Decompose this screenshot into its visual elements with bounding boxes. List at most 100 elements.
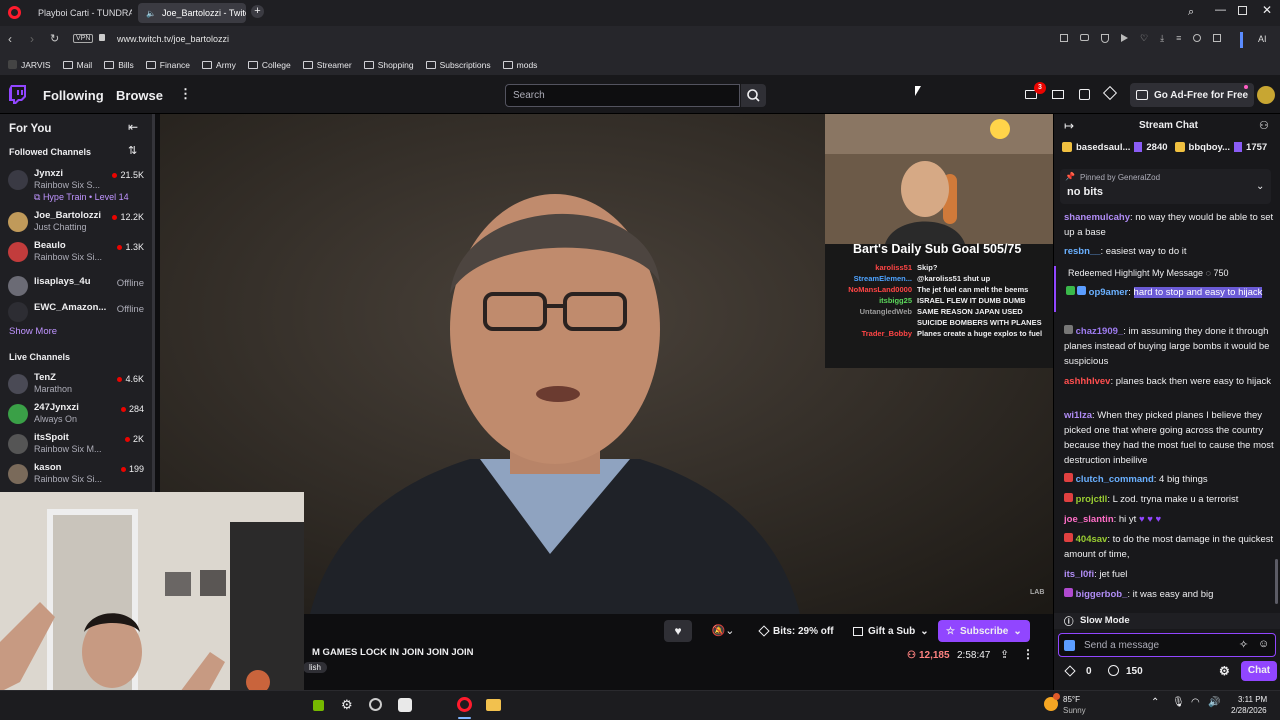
gear-icon[interactable]: ⚙ <box>1219 664 1230 678</box>
user-avatar[interactable] <box>1257 86 1275 104</box>
show-more-link[interactable]: Show More <box>9 326 57 337</box>
search-tabs-icon[interactable]: ⌕ <box>1188 6 1194 19</box>
sidebar-scrollbar[interactable] <box>152 114 155 494</box>
volume-icon[interactable]: 🔊 <box>1208 697 1220 708</box>
opera-taskbar-icon[interactable] <box>457 697 472 712</box>
folder-icon <box>302 60 313 69</box>
opera-logo-icon[interactable] <box>8 6 21 19</box>
notifications-bell-button[interactable]: 🔕⌄ <box>704 620 742 642</box>
download-icon[interactable]: ⤓ <box>1160 34 1164 43</box>
nav-following[interactable]: Following <box>43 88 104 103</box>
sidebar-accent <box>1240 32 1243 48</box>
maximize-button[interactable] <box>1238 6 1247 15</box>
gift-sub-button[interactable]: Gift a Sub ⌄ <box>845 620 937 642</box>
search-input[interactable]: Search <box>505 84 740 107</box>
forward-icon[interactable]: › <box>30 32 34 46</box>
sidebar-channel-247jynxzi[interactable]: 247Jynxzi Always On 284 <box>8 402 148 430</box>
bookmark-streamer[interactable]: Streamer <box>302 60 352 70</box>
crown-icon[interactable] <box>1102 85 1118 101</box>
chat-message: projctll: L zod. tryna make u a terroris… <box>1064 492 1276 507</box>
tab-playboi-carti[interactable]: Playboi Carti - TUNDRA/I... <box>24 3 132 23</box>
shield-icon[interactable] <box>1101 34 1109 43</box>
emoji-icon[interactable]: ☺ <box>1258 638 1269 650</box>
edit-icon[interactable] <box>1060 34 1068 42</box>
sidebar-channel-ewc-amazon[interactable]: EWC_Amazon... Offline <box>8 300 148 328</box>
twitch-logo-icon[interactable] <box>9 85 26 104</box>
nvidia-icon[interactable] <box>313 700 324 711</box>
file-explorer-icon[interactable] <box>486 699 501 711</box>
bookmark-army[interactable]: Army <box>202 60 236 70</box>
bookmark-jarvis[interactable]: JARVIS <box>8 60 51 70</box>
profile-icon[interactable] <box>1193 34 1202 42</box>
heart-icon[interactable]: ♡ <box>1140 34 1148 43</box>
sidebar-channel-jynxzi[interactable]: Jynxzi Rainbow Six S... 21.5K ⧉ Hype Tra… <box>8 168 148 208</box>
bits-icon <box>758 625 770 637</box>
overlay-chat-line: itsbigg25 ISRAEL FLEW IT DUMB DUMB <box>879 296 1026 305</box>
settings-app-icon[interactable]: ⚙ <box>341 697 353 713</box>
star-icon: ☆ <box>946 625 955 637</box>
sidebar-channel-beaulo[interactable]: Beaulo Rainbow Six Si... 1.3K <box>8 240 148 268</box>
sidebar-channel-tenz[interactable]: TenZ Marathon 4.6K <box>8 372 148 400</box>
chat-scrollbar[interactable] <box>1275 559 1278 604</box>
bookmark-finance[interactable]: Finance <box>145 60 190 70</box>
more-vertical-icon[interactable]: ⋮ <box>179 86 192 102</box>
address-bar: ‹ › ↻ VPN www.twitch.tv/joe_bartolozzi ♡… <box>0 26 1280 54</box>
wifi-icon[interactable]: ◠ <box>1191 697 1200 708</box>
bookmark-bills[interactable]: Bills <box>104 60 134 70</box>
subscribe-button[interactable]: ☆ Subscribe ⌄ <box>938 620 1030 642</box>
bookmark-shopping[interactable]: Shopping <box>363 60 414 70</box>
bookmark-subscriptions[interactable]: Subscriptions <box>425 60 491 70</box>
sidebar-channel-kason[interactable]: kason Rainbow Six Si... 199 <box>8 462 148 490</box>
follow-heart-button[interactable]: ♥ <box>664 620 692 642</box>
chat-send-button[interactable]: Chat <box>1241 661 1277 681</box>
overlay-chat-line: Trader_Bobby Planes create a huge explos … <box>861 329 1043 338</box>
collapse-sidebar-icon[interactable]: ⇤ <box>128 120 138 134</box>
chevron-down-icon[interactable]: ⌄ <box>1256 181 1264 192</box>
capcut-icon[interactable] <box>398 698 412 712</box>
collapse-chat-icon[interactable]: ↦ <box>1064 119 1074 133</box>
person-icon: ⚇ <box>907 650 916 661</box>
language-tag[interactable]: lish <box>303 662 328 673</box>
obs-icon[interactable] <box>369 698 382 711</box>
microphone-icon[interactable]: 🎙 <box>1172 697 1185 708</box>
slow-mode-bar: ⓘ Slow Mode <box>1054 613 1280 629</box>
sidebar-channel-joe-bartolozzi[interactable]: Joe_Bartolozzi Just Chatting 12.2K <box>8 210 148 238</box>
camera-icon[interactable] <box>1080 34 1089 41</box>
activity-icon[interactable] <box>1079 89 1090 100</box>
sidebar-channel-lisaplays[interactable]: lisaplays_4u Offline <box>8 274 148 302</box>
search-button[interactable] <box>741 84 766 107</box>
folder-icon <box>425 60 436 69</box>
more-options-icon[interactable]: ⋮ <box>1022 647 1034 661</box>
vpn-badge[interactable]: VPN <box>73 34 94 43</box>
chat-input[interactable]: Send a message ✧ ☺ <box>1058 633 1276 657</box>
ai-button[interactable]: AI <box>1258 34 1267 44</box>
ad-free-button[interactable]: Go Ad-Free for Free <box>1130 83 1255 107</box>
bits-button[interactable]: Bits: 29% off <box>752 620 842 642</box>
whispers-icon[interactable] <box>1052 90 1064 99</box>
pinned-message[interactable]: 📌 Pinned by GeneralZod no bits ⌄ <box>1060 169 1271 204</box>
close-window-button[interactable]: ✕ <box>1262 3 1272 17</box>
clock-time[interactable]: 3:11 PM <box>1238 695 1267 704</box>
channel-points-icon[interactable] <box>1108 665 1119 676</box>
minimize-button[interactable]: — <box>1215 4 1226 16</box>
reload-icon[interactable]: ↻ <box>50 32 59 45</box>
play-icon[interactable] <box>1121 34 1128 42</box>
clock-date[interactable]: 2/28/2026 <box>1231 706 1267 715</box>
bookmark-mods[interactable]: mods <box>502 60 537 70</box>
bookmark-mail[interactable]: Mail <box>62 60 92 70</box>
nav-browse[interactable]: Browse <box>116 88 163 103</box>
show-hidden-icons[interactable]: ⌃ <box>1151 697 1159 708</box>
new-tab-button[interactable]: + <box>251 5 264 18</box>
sort-icon[interactable]: ⇅ <box>128 144 137 157</box>
back-icon[interactable]: ‹ <box>8 32 12 46</box>
url-field[interactable]: www.twitch.tv/joe_bartolozzi <box>117 34 229 44</box>
menu-icon[interactable]: ≡ <box>1176 34 1181 43</box>
share-icon[interactable]: ⇪ <box>1000 648 1009 661</box>
bookmark-college[interactable]: College <box>247 60 291 70</box>
sidebar-channel-itsspoit[interactable]: itsSpoit Rainbow Six M... 2K <box>8 432 148 460</box>
tab-twitch[interactable]: 🔈 Joe_Bartolozzi - Twitch <box>138 3 246 23</box>
users-icon[interactable]: ⚇ <box>1259 119 1269 132</box>
extensions-icon[interactable] <box>1213 34 1222 42</box>
bits-icon[interactable] <box>1064 665 1076 677</box>
sparkle-icon[interactable]: ✧ <box>1239 638 1248 651</box>
